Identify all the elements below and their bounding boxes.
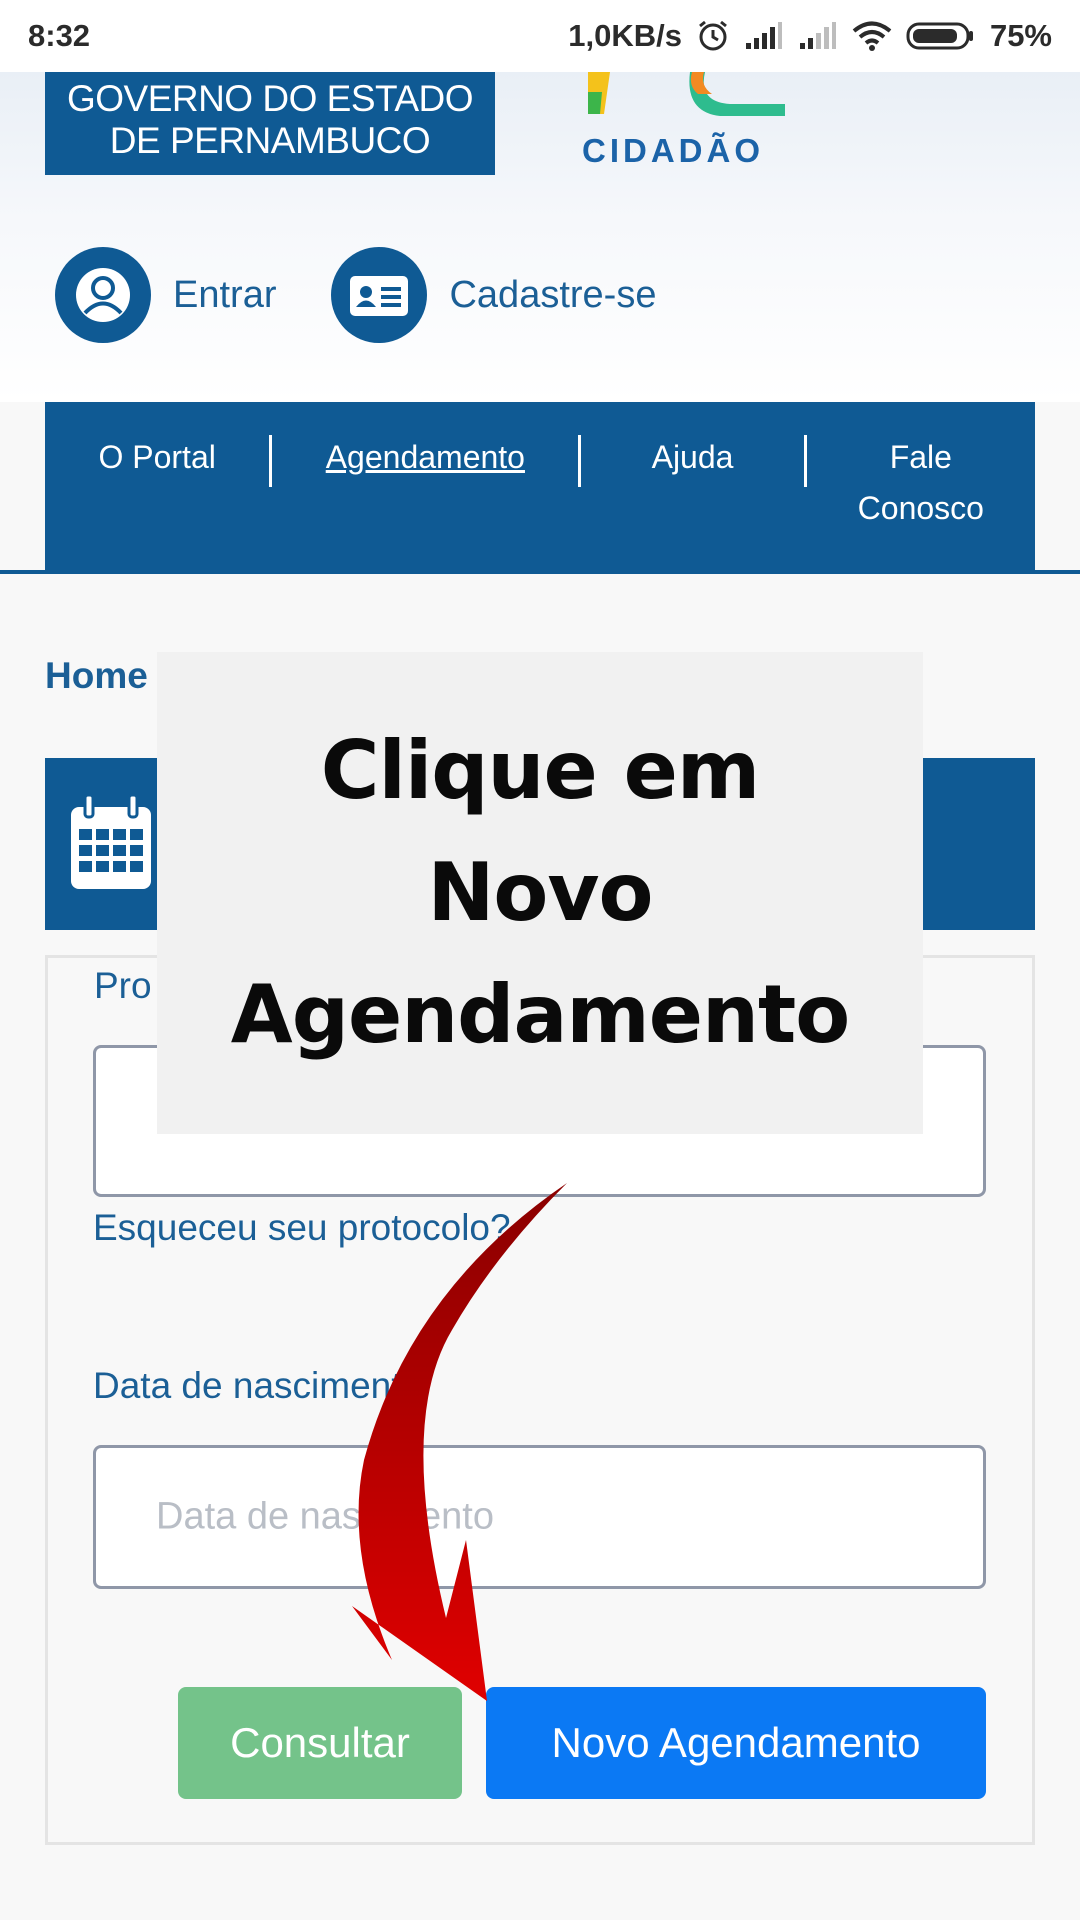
nav-item-agendamento[interactable]: Agendamento (272, 432, 578, 572)
instruction-line3: Agendamento (230, 968, 850, 1061)
novo-agendamento-button[interactable]: Novo Agendamento (486, 1687, 986, 1799)
instruction-line2: Novo (427, 846, 653, 939)
cidadao-logo-text: CIDADÃO (582, 132, 764, 169)
battery-percent: 75% (989, 18, 1052, 53)
governo-pernambuco-logo[interactable]: GOVERNO DO ESTADO DE PERNAMBUCO (45, 72, 495, 175)
nav-item-o-portal[interactable]: O Portal (45, 432, 269, 572)
calendar-icon (71, 793, 151, 889)
consultar-button[interactable]: Consultar (178, 1687, 462, 1799)
signal-icon (744, 21, 784, 51)
status-bar: 8:32 1,0KB/s 75% (0, 0, 1080, 72)
network-speed: 1,0KB/s (568, 18, 682, 53)
main-nav: O Portal Agendamento Ajuda Fale Conosco (45, 402, 1035, 572)
instruction-text: Clique em Novo Agendamento (230, 710, 850, 1076)
status-time: 8:32 (28, 18, 91, 53)
page: 8:32 1,0KB/s 75% GOVERNO DO ESTADO DE PE… (0, 0, 1080, 1920)
site-header: GOVERNO DO ESTADO DE PERNAMBUCO CIDADÃO … (0, 72, 1080, 402)
protocol-label: Pro (94, 965, 152, 1006)
instruction-line1: Clique em (320, 724, 761, 817)
nav-underline (0, 570, 1080, 574)
gov-logo-line1: GOVERNO DO ESTADO (66, 78, 474, 119)
auth-row: Entrar Cadastre-se (55, 247, 711, 343)
signal-icon (798, 21, 838, 51)
id-card-icon (331, 247, 428, 343)
birth-date-placeholder: Data de nascimento (156, 1495, 494, 1538)
login-link[interactable]: Entrar (55, 247, 276, 343)
status-icons: 1,0KB/s 75% (568, 18, 1052, 54)
nav-fale-line1: Fale (889, 439, 952, 475)
alarm-icon (696, 19, 730, 53)
gov-logo-line2: DE PERNAMBUCO (109, 120, 431, 161)
nav-item-ajuda[interactable]: Ajuda (581, 432, 803, 572)
register-link[interactable]: Cadastre-se (331, 247, 656, 343)
wifi-icon (852, 20, 892, 52)
instruction-overlay: Clique em Novo Agendamento (157, 652, 923, 1134)
forgot-protocol-link[interactable]: Esqueceu seu protocolo? (93, 1207, 511, 1249)
register-label: Cadastre-se (449, 273, 657, 316)
birth-date-label: Data de nascimento (93, 1365, 423, 1406)
breadcrumb-home[interactable]: Home (45, 655, 148, 697)
user-icon (55, 247, 151, 343)
battery-icon (906, 21, 976, 51)
nav-item-fale-conosco[interactable]: Fale Conosco (807, 432, 1035, 572)
nav-fale-line2: Conosco (857, 490, 984, 526)
login-label: Entrar (173, 273, 277, 316)
birth-date-input[interactable]: Data de nascimento (93, 1445, 986, 1589)
